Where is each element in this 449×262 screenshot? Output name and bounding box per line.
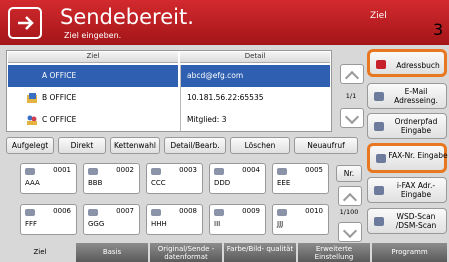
chevron-up-icon	[342, 192, 358, 208]
tab-program[interactable]: Programm	[372, 243, 447, 262]
destination-name: C OFFICE	[42, 115, 77, 124]
fax-number-entry-button[interactable]: FAX-Nr. Eingabe	[367, 143, 448, 173]
delete-button[interactable]: Löschen	[230, 137, 290, 154]
destination-name: B OFFICE	[42, 93, 77, 102]
one-touch-key[interactable]: 0002 BBB	[83, 163, 140, 194]
ifax-entry-button[interactable]: i-FAX Adr.-Eingabe	[367, 177, 447, 203]
wsd-scan-button[interactable]: WSD-Scan /DSM-Scan	[367, 208, 447, 234]
tab-destination[interactable]: Ziel	[6, 243, 74, 262]
column-header-name[interactable]: Ziel	[8, 52, 178, 63]
destination-label: Ziel	[370, 11, 387, 21]
destination-icon	[25, 168, 35, 175]
fax-icon	[376, 154, 386, 163]
direct-button[interactable]: Direkt	[58, 137, 106, 154]
destination-icon	[25, 209, 35, 216]
destination-row[interactable]: B OFFICE 10.181.56.22:65535	[8, 87, 330, 109]
one-touch-key[interactable]: 0005 EEE	[272, 163, 329, 194]
callout-number: 3	[433, 20, 444, 39]
destination-name: A OFFICE	[8, 65, 178, 87]
destination-icon	[277, 168, 287, 175]
recall-button[interactable]: Neuaufruf	[294, 137, 358, 154]
address-book-button[interactable]: Adressbuch	[367, 49, 447, 77]
send-icon	[8, 7, 42, 39]
page-title: Sendebereit.	[60, 5, 194, 29]
folder-path-entry-button[interactable]: Ordnerpfad Eingabe	[367, 113, 447, 139]
column-header-detail[interactable]: Detail	[180, 52, 330, 63]
destination-icon	[277, 209, 287, 216]
destination-detail: abcd@efg.com	[180, 65, 330, 87]
detail-edit-button[interactable]: Detail/Bearb.	[164, 137, 226, 154]
one-touch-key[interactable]: 0009 III	[209, 204, 266, 235]
one-touch-key[interactable]: 0001 AAA	[20, 163, 77, 194]
scroll-up-button[interactable]	[340, 64, 364, 86]
list-page-indicator: 1/1	[345, 92, 357, 100]
one-touch-scroll-down[interactable]	[338, 222, 362, 242]
one-touch-key[interactable]: 0004 DDD	[209, 163, 266, 194]
destination-detail: Mitglied: 3	[180, 109, 330, 131]
chevron-up-icon	[344, 70, 360, 86]
tab-color-quality[interactable]: Farbe/Bild- qualität	[224, 243, 296, 262]
ifax-icon	[374, 186, 384, 195]
address-book-icon	[376, 60, 386, 69]
on-hook-button[interactable]: Aufgelegt	[6, 137, 54, 154]
destination-detail: 10.181.56.22:65535	[180, 87, 330, 109]
one-touch-scroll-up[interactable]	[338, 186, 362, 208]
tab-original-format[interactable]: Original/Sende -datenformat	[150, 243, 222, 262]
destination-icon	[88, 209, 98, 216]
page-subtitle: Ziel eingeben.	[64, 31, 122, 40]
destination-icon	[151, 168, 161, 175]
chevron-down-icon	[344, 109, 360, 125]
one-touch-key[interactable]: 0010 JJJ	[272, 204, 329, 235]
destination-icon	[151, 209, 161, 216]
one-touch-key[interactable]: 0007 GGG	[83, 204, 140, 235]
one-touch-key[interactable]: 0008 HHH	[146, 204, 203, 235]
destination-icon	[88, 168, 98, 175]
one-touch-key[interactable]: 0003 CCC	[146, 163, 203, 194]
destination-icon	[214, 209, 224, 216]
destination-row[interactable]: A OFFICE abcd@efg.com	[8, 65, 330, 87]
chevron-down-icon	[342, 223, 358, 239]
tab-advanced[interactable]: Erweiterte Einstellung	[298, 243, 370, 262]
scan-icon	[374, 217, 384, 226]
one-touch-page-indicator: 1/100	[339, 208, 359, 216]
one-touch-key[interactable]: 0006 FFF	[20, 204, 77, 235]
tab-basic[interactable]: Basis	[76, 243, 148, 262]
email-entry-button[interactable]: E-Mail Adresseing.	[367, 83, 447, 109]
destination-icon	[214, 168, 224, 175]
chain-dial-button[interactable]: Kettenwahl	[110, 137, 160, 154]
number-search-button[interactable]: Nr.	[336, 165, 362, 182]
email-icon	[374, 92, 384, 101]
folder-icon	[374, 122, 384, 131]
scroll-down-button[interactable]	[340, 108, 364, 128]
destination-row[interactable]: C OFFICE Mitglied: 3	[8, 109, 330, 131]
